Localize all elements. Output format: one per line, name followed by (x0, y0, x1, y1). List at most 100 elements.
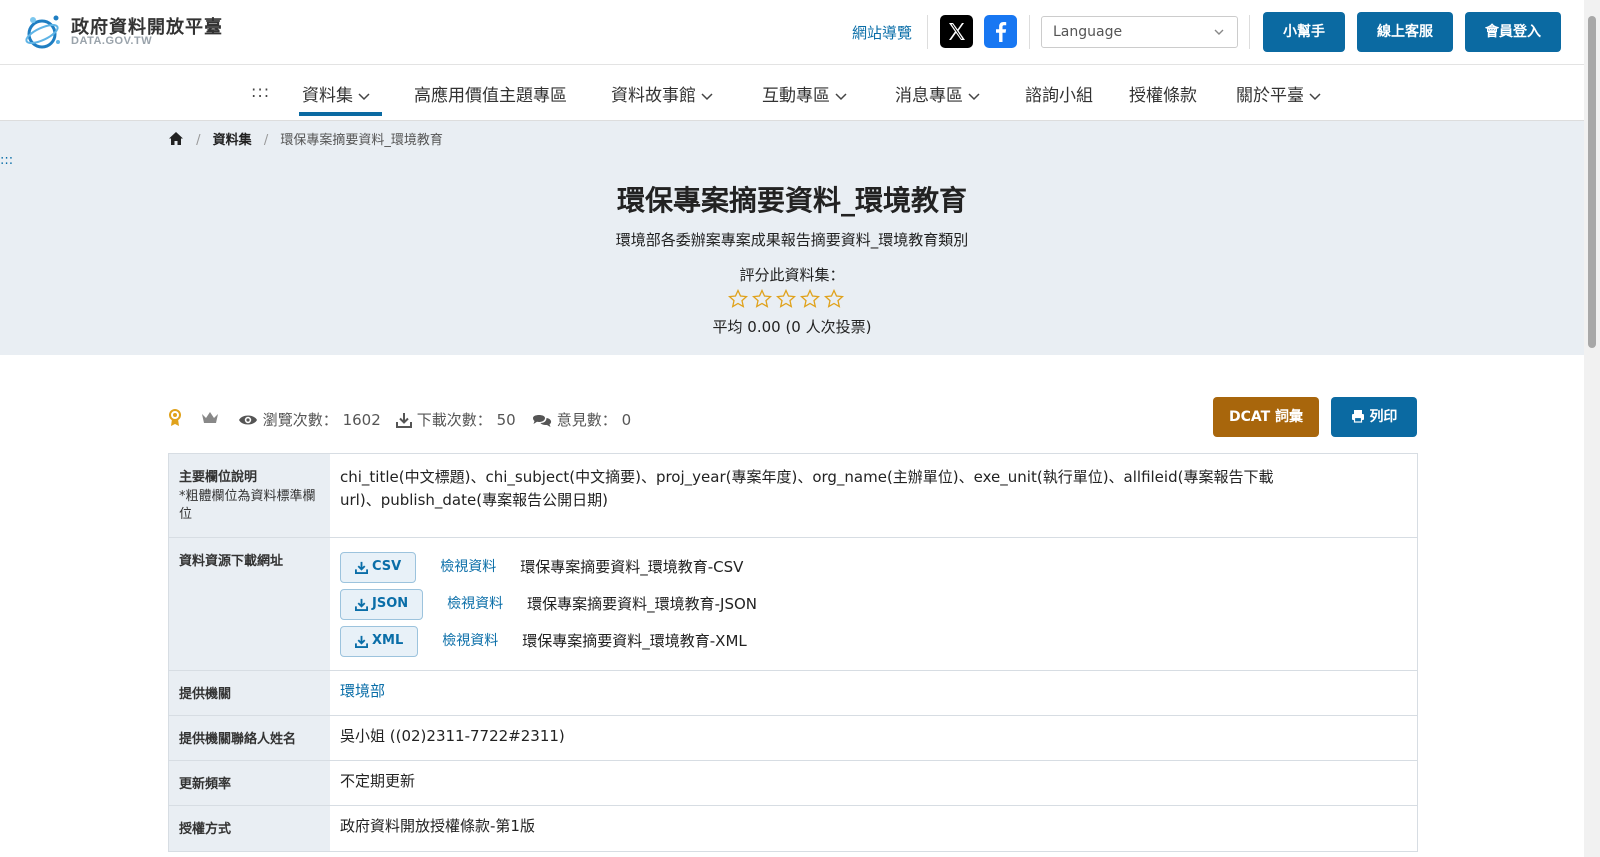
chevron-down-icon (1309, 93, 1321, 101)
nav-item-label: 授權條款 (1129, 86, 1197, 106)
nav-item-stories[interactable]: 資料故事館 (611, 81, 714, 106)
agency-link[interactable]: 環境部 (340, 682, 385, 700)
breadcrumb-current: 環保專案摘要資料_環境教育 (280, 133, 443, 148)
chevron-down-icon (358, 93, 370, 101)
chevron-down-icon (835, 93, 847, 101)
download-icon (396, 413, 412, 428)
breadcrumb-separator: / (196, 133, 201, 148)
frequency-value: 不定期更新 (340, 772, 416, 790)
csv-download-button[interactable]: CSV (340, 552, 417, 583)
fields-note: *粗體欄位為資料標準欄位 (179, 489, 316, 522)
frequency-row: 更新頻率 不定期更新 (169, 761, 1417, 806)
comments-icon (533, 415, 552, 427)
x-twitter-icon[interactable] (940, 15, 973, 48)
breadcrumb-separator: / (263, 133, 269, 148)
breadcrumb-datasets[interactable]: 資料集 (213, 133, 252, 148)
fields-label-cell: 主要欄位說明 *粗體欄位為資料標準欄位 (169, 454, 330, 537)
nav-item-license[interactable]: 授權條款 (1129, 81, 1197, 106)
scrollbar-thumb[interactable] (1588, 16, 1596, 348)
resource-name: 環保專案摘要資料_環境教育-JSON (527, 594, 758, 613)
print-button[interactable]: 列印 (1331, 397, 1417, 437)
json-download-button[interactable]: JSON (340, 589, 424, 620)
sitemap-link[interactable]: 網站導覽 (852, 22, 912, 43)
print-label: 列印 (1369, 409, 1398, 425)
download-icon (355, 598, 368, 611)
fields-row: 主要欄位說明 *粗體欄位為資料標準欄位 chi_title(中文標題)、chi_… (169, 454, 1417, 538)
download-icon (355, 561, 368, 574)
helper-button[interactable]: 小幫手 (1263, 12, 1345, 52)
facebook-icon[interactable] (984, 15, 1017, 48)
nav-item-high-value[interactable]: 高應用價值主題專區 (414, 81, 567, 106)
nav-item-label: 資料故事館 (611, 86, 696, 106)
crown-icon (200, 409, 220, 427)
resource-item: CSV 檢視資料 環保專案摘要資料_環境教育-CSV (340, 549, 1407, 586)
rating-stars (728, 289, 858, 309)
nav-item-label: 諮詢小組 (1025, 86, 1093, 106)
contact-label: 提供機關聯絡人姓名 (169, 716, 330, 760)
comments-count: 0 (621, 411, 632, 429)
nav-item-datasets[interactable]: 資料集 (302, 81, 371, 106)
license-row: 授權方式 政府資料開放授權條款-第1版 (169, 806, 1417, 851)
views-stat: 瀏覽次數： 1602 (238, 409, 381, 430)
resource-item: JSON 檢視資料 環保專案摘要資料_環境教育-JSON (340, 586, 1407, 623)
xml-download-button[interactable]: XML (340, 626, 419, 657)
language-select[interactable]: Language (1041, 16, 1238, 48)
main-nav: ::: 資料集 高應用價值主題專區 資料故事館 互動專區 消息專區 諮詢小組 授… (0, 65, 1584, 121)
license-label: 授權方式 (169, 806, 330, 851)
nav-item-interactive[interactable]: 互動專區 (762, 81, 848, 106)
rating-average: 平均 0.00 (0 人次投票) (712, 318, 872, 336)
downloads-count: 50 (496, 411, 516, 429)
nav-item-label: 消息專區 (895, 86, 963, 106)
nav-item-advisory[interactable]: 諮詢小組 (1025, 81, 1093, 106)
star-icon[interactable] (776, 289, 796, 309)
contact-row: 提供機關聯絡人姓名 吳小姐 ((02)2311-7722#2311) (169, 716, 1417, 761)
divider (1249, 15, 1250, 49)
resources-row: 資料資源下載網址 CSV 檢視資料 環保專案摘要資料_環境教育-CSV JSON… (169, 538, 1417, 671)
resource-format: JSON (372, 596, 409, 612)
resource-format: CSV (372, 559, 402, 575)
online-service-button[interactable]: 線上客服 (1357, 12, 1453, 52)
site-logo[interactable]: 政府資料開放平臺 DATA.GOV.TW (24, 10, 224, 54)
rating-label: 評分此資料集： (739, 266, 845, 284)
view-data-link[interactable]: 檢視資料 (442, 631, 498, 653)
fields-label: 主要欄位說明 (179, 470, 258, 485)
nav-active-indicator (299, 112, 382, 116)
resource-item: XML 檢視資料 環保專案摘要資料_環境教育-XML (340, 623, 1407, 660)
nav-item-label: 互動專區 (762, 86, 830, 106)
star-icon[interactable] (728, 289, 748, 309)
contact-value: 吳小姐 ((02)2311-7722#2311) (340, 727, 565, 745)
page-scrollbar[interactable] (1584, 0, 1600, 857)
printer-icon (1351, 410, 1364, 423)
divider (927, 15, 928, 49)
chevron-down-icon (1214, 29, 1224, 35)
nav-item-about[interactable]: 關於平臺 (1236, 81, 1322, 106)
home-icon[interactable] (168, 131, 184, 150)
nav-accesskey[interactable]: ::: (251, 82, 270, 101)
comments-label: 意見數： (556, 411, 617, 429)
resource-name: 環保專案摘要資料_環境教育-CSV (520, 557, 744, 576)
divider (1029, 15, 1030, 49)
award-icon (168, 409, 182, 428)
dataset-info-table: 主要欄位說明 *粗體欄位為資料標準欄位 chi_title(中文標題)、chi_… (168, 453, 1418, 852)
nav-item-label: 資料集 (302, 86, 353, 106)
view-data-link[interactable]: 檢視資料 (447, 594, 503, 616)
dcat-button[interactable]: DCAT 詞彙 (1213, 397, 1319, 437)
star-icon[interactable] (752, 289, 772, 309)
fields-value: chi_title(中文標題)、chi_subject(中文摘要)、proj_y… (340, 468, 1274, 510)
nav-item-news[interactable]: 消息專區 (895, 81, 981, 106)
license-value: 政府資料開放授權條款-第1版 (340, 817, 535, 835)
chevron-down-icon (968, 93, 980, 101)
agency-label: 提供機關 (169, 671, 330, 715)
star-icon[interactable] (800, 289, 820, 309)
dataset-title: 環保專案摘要資料_環境教育 (616, 184, 967, 217)
downloads-stat: 下載次數： 50 (396, 409, 516, 430)
view-data-link[interactable]: 檢視資料 (440, 557, 496, 579)
content-accesskey[interactable]: ::: (0, 153, 13, 168)
resources-label: 資料資源下載網址 (169, 538, 330, 670)
eye-icon (239, 415, 257, 425)
agency-value: 環境部 (330, 671, 1417, 715)
login-button[interactable]: 會員登入 (1465, 12, 1561, 52)
dataset-description: 環境部各委辦案專案成果報告摘要資料_環境教育類別 (615, 231, 969, 249)
star-icon[interactable] (824, 289, 844, 309)
language-select-value: Language (1053, 24, 1123, 40)
